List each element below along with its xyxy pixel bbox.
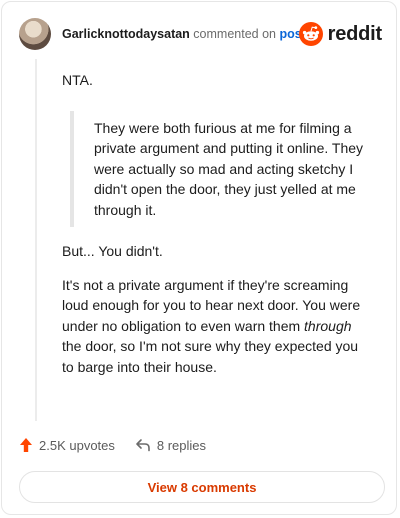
- comment-header: Garlicknottodaysatan commented on post r…: [19, 18, 382, 52]
- view-comments-label: View 8 comments: [147, 479, 257, 495]
- upvote-count: 2.5K upvotes: [39, 437, 115, 453]
- reddit-brand[interactable]: reddit: [298, 22, 383, 46]
- reply-arrow-icon: [136, 439, 150, 452]
- comment-paragraph: NTA.: [62, 72, 93, 88]
- comment-actions: 2.5K upvotes 8 replies: [19, 437, 206, 453]
- reddit-logo-icon: [298, 22, 323, 46]
- paragraph-text: the door, so I'm not sure why they expec…: [62, 338, 359, 375]
- reddit-wordmark: reddit: [327, 22, 383, 45]
- username[interactable]: Garlicknottodaysatan: [62, 27, 190, 41]
- commented-on-text: commented on: [189, 27, 280, 41]
- emphasis-text: through: [304, 317, 352, 334]
- reply-count: 8 replies: [156, 437, 207, 453]
- upvote-arrow-icon: [20, 438, 32, 452]
- comment-paragraph: It's not a private argument if they're s…: [62, 275, 368, 378]
- comment-card: Garlicknottodaysatan commented on post r…: [1, 1, 397, 515]
- upvote-button[interactable]: 2.5K upvotes: [19, 437, 115, 453]
- comment-meta: Garlicknottodaysatan commented on post: [62, 27, 306, 41]
- quote-text: They were both furious at me for filming…: [94, 119, 364, 218]
- blockquote: They were both furious at me for filming…: [70, 110, 369, 227]
- avatar[interactable]: [19, 18, 51, 50]
- thread-line[interactable]: [35, 59, 37, 421]
- view-comments-button[interactable]: View 8 comments: [19, 471, 385, 503]
- comment-paragraph: But... You didn't.: [62, 243, 163, 259]
- comment-body: NTA. They were both furious at me for fi…: [62, 70, 382, 377]
- replies-button[interactable]: 8 replies: [135, 438, 206, 453]
